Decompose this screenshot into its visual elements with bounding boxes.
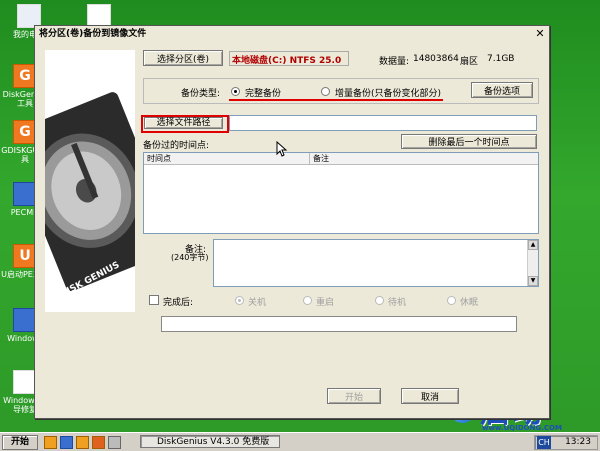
hibernate-label: 休眠	[460, 298, 479, 308]
quicklaunch-icon-1[interactable]	[44, 436, 57, 449]
taskbar-item-diskgenius[interactable]: DiskGenius V4.3.0 免费版	[140, 435, 280, 448]
select-file-path-button[interactable]: 选择文件路径	[144, 117, 223, 129]
scroll-up-icon[interactable]: ▲	[528, 240, 538, 250]
quicklaunch-icon-3[interactable]	[76, 436, 89, 449]
full-backup-label: 完整备份	[245, 89, 282, 99]
progress-bar	[161, 316, 517, 332]
history-label: 备份过的时间点:	[143, 141, 210, 151]
standby-radio[interactable]	[375, 296, 384, 305]
hibernate-radio[interactable]	[447, 296, 456, 305]
timepoint-table[interactable]: 时间点 备注	[143, 152, 539, 234]
file-path-input[interactable]	[229, 115, 537, 131]
dialog-titlebar[interactable]: 将分区(卷)备份到镜像文件 ✕	[35, 26, 549, 42]
delete-last-timepoint-button[interactable]: 删除最后一个时间点	[401, 134, 537, 149]
language-indicator[interactable]: CH	[537, 436, 551, 449]
after-complete-checkbox[interactable]	[149, 295, 159, 305]
hard-disk-icon: DISK GENIUS	[45, 50, 135, 312]
incremental-backup-label: 增量备份(只备份变化部分)	[335, 89, 442, 99]
close-icon[interactable]: ✕	[534, 28, 546, 40]
shutdown-label: 关机	[248, 298, 267, 308]
backup-options-button[interactable]: 备份选项	[471, 82, 533, 98]
standby-label: 待机	[388, 298, 407, 308]
size-value: 7.1GB	[487, 54, 515, 64]
quicklaunch-icon-4[interactable]	[92, 436, 105, 449]
after-complete-label: 完成后:	[163, 298, 194, 308]
mouse-cursor-icon	[276, 141, 288, 157]
backup-partition-dialog: 将分区(卷)备份到镜像文件 ✕ DISK GENIUS 选择分区(卷) 本地磁盘…	[34, 25, 550, 419]
cancel-button[interactable]: 取消	[401, 388, 459, 404]
select-partition-button[interactable]: 选择分区(卷)	[143, 50, 223, 66]
sector-label: 扇区	[460, 57, 479, 67]
start-button[interactable]: 开始	[327, 388, 381, 404]
note-scrollbar[interactable]: ▲ ▼	[527, 240, 538, 286]
quicklaunch-icon-2[interactable]	[60, 436, 73, 449]
note-textarea[interactable]: ▲ ▼	[213, 239, 539, 287]
red-underline-annotation	[229, 99, 443, 101]
incremental-backup-radio[interactable]	[321, 87, 330, 96]
shutdown-radio[interactable]	[235, 296, 244, 305]
dialog-title: 将分区(卷)备份到镜像文件	[39, 29, 147, 39]
system-tray: CH 13:23	[534, 435, 598, 450]
diskgenius-banner-image: DISK GENIUS	[45, 50, 135, 312]
sector-count-value: 14803864	[413, 54, 459, 64]
clock[interactable]: 13:23	[565, 436, 591, 449]
start-button-taskbar[interactable]: 开始	[2, 435, 38, 450]
note-hint: (240字节)	[171, 253, 209, 262]
quicklaunch-icon-5[interactable]	[108, 436, 121, 449]
restart-radio[interactable]	[303, 296, 312, 305]
taskbar: 开始 DiskGenius V4.3.0 免费版 CH 13:23	[0, 432, 600, 451]
sector-count-label: 数据量:	[379, 57, 410, 67]
partition-info-field: 本地磁盘(C:) NTFS 25.0	[229, 51, 349, 66]
backup-type-label: 备份类型:	[181, 89, 221, 99]
full-backup-radio[interactable]	[231, 87, 240, 96]
column-header-note[interactable]: 备注	[310, 153, 538, 165]
restart-label: 重启	[316, 298, 335, 308]
scroll-down-icon[interactable]: ▼	[528, 276, 538, 286]
